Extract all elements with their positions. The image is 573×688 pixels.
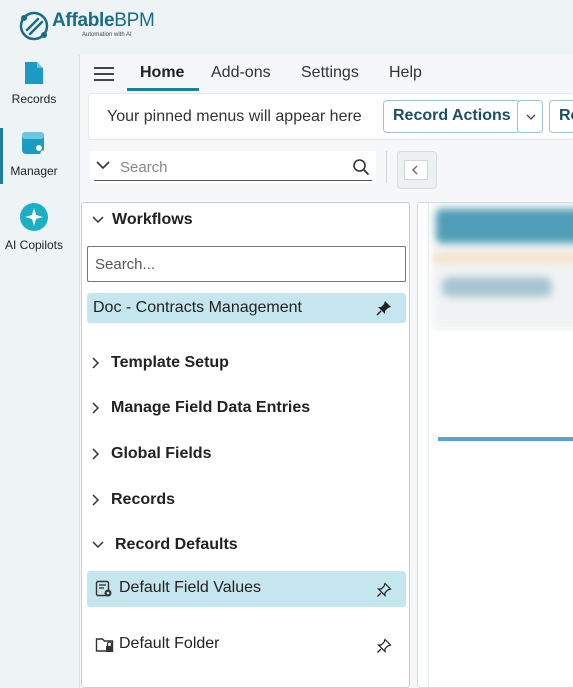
chevron-right-icon: [92, 402, 100, 414]
brand-tagline: Automation with AI: [82, 32, 132, 38]
rail-item-records[interactable]: Records: [0, 60, 68, 106]
chevron-down-icon[interactable]: [96, 161, 110, 170]
section-manage-field-data-entries[interactable]: Manage Field Data Entries: [92, 399, 310, 417]
chevron-left-icon: [412, 165, 418, 175]
hamburger-menu-icon[interactable]: [94, 67, 114, 81]
search-input[interactable]: [120, 155, 340, 179]
menu-search: [90, 151, 376, 183]
tab-add-ons[interactable]: Add-ons: [211, 64, 271, 82]
left-rail: AffableBPM Automation with AI Records Ma…: [0, 0, 155, 688]
chevron-right-icon: [92, 357, 100, 369]
blurred-preview: [432, 203, 573, 329]
affable-logo-icon: [19, 11, 49, 41]
record-actions-dropdown-button[interactable]: [517, 100, 543, 133]
form-settings-icon: [95, 580, 112, 597]
leaf-label: Default Field Values: [119, 579, 261, 596]
sparkle-icon: [20, 203, 48, 231]
collapse-panel-button[interactable]: [397, 151, 437, 189]
pin-icon[interactable]: [376, 300, 392, 316]
pin-outline-icon[interactable]: [376, 638, 392, 654]
section-records[interactable]: Records: [92, 491, 175, 509]
workflow-search-input[interactable]: [87, 246, 406, 282]
divider: [386, 151, 387, 183]
content-panel: [417, 202, 573, 688]
rail-item-ai-copilots[interactable]: AI Copilots: [0, 202, 68, 252]
pinned-placeholder-text: Your pinned menus will appear here: [107, 108, 362, 125]
workflow-item-selected[interactable]: Doc - Contracts Management: [87, 293, 406, 323]
leaf-default-folder[interactable]: Default Folder: [87, 627, 406, 663]
main-panel: Home Add-ons Settings Help Your pinned m…: [79, 55, 573, 688]
workflow-label: Doc - Contracts Management: [93, 299, 302, 316]
chevron-down-icon: [92, 541, 104, 548]
chevron-down-icon: [526, 114, 536, 120]
rail-label: Manager: [10, 164, 58, 178]
section-template-setup[interactable]: Template Setup: [92, 354, 229, 372]
tab-home[interactable]: Home: [140, 64, 184, 82]
section-global-fields[interactable]: Global Fields: [92, 445, 211, 463]
section-record-defaults[interactable]: Record Defaults: [92, 536, 238, 554]
pin-outline-icon[interactable]: [376, 582, 392, 598]
workflows-panel: Workflows Doc - Contracts Management Tem…: [81, 202, 410, 688]
folder-lock-icon: [95, 638, 114, 652]
manager-icon: [22, 132, 46, 156]
next-action-button[interactable]: Re: [549, 100, 573, 133]
menu-bar: Home Add-ons Settings Help: [80, 55, 573, 91]
back-button-frame: [404, 160, 428, 180]
leaf-label: Default Folder: [119, 635, 220, 652]
rail-label: Records: [11, 92, 57, 106]
brand-name: AffableBPM: [52, 10, 155, 31]
document-icon: [25, 62, 43, 84]
brand-logo[interactable]: AffableBPM Automation with AI: [18, 8, 155, 44]
active-tab-underline: [127, 88, 199, 91]
search-icon[interactable]: [352, 158, 370, 176]
rail-item-manager[interactable]: Manager: [0, 130, 68, 178]
search-underline: [94, 180, 372, 181]
workflows-header[interactable]: Workflows: [92, 211, 193, 229]
chevron-down-icon: [92, 216, 104, 223]
tab-help[interactable]: Help: [389, 64, 422, 82]
rail-label: AI Copilots: [4, 238, 64, 252]
tab-settings[interactable]: Settings: [301, 64, 359, 82]
content-divider: [428, 203, 429, 687]
content-accent-bar: [438, 437, 573, 441]
app-window: AffableBPM Automation with AI Records Ma…: [0, 0, 573, 688]
chevron-right-icon: [92, 494, 100, 506]
pinned-menus-bar: Your pinned menus will appear here Recor…: [88, 93, 573, 140]
record-actions-button[interactable]: Record Actions: [383, 100, 521, 133]
leaf-default-field-values[interactable]: Default Field Values: [87, 571, 406, 607]
chevron-right-icon: [92, 448, 100, 460]
